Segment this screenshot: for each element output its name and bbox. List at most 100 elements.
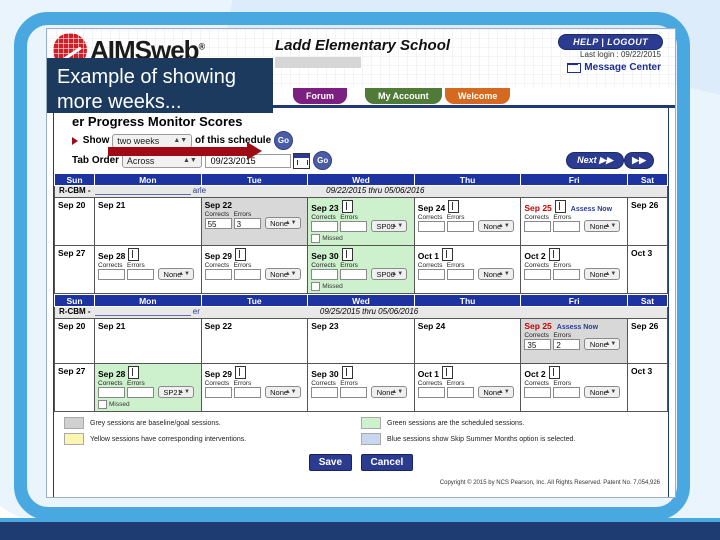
copyright-text: Copyright © 2015 by NCS Pearson, Inc. Al… [439, 480, 660, 486]
color-legend: Grey sessions are baseline/goal sessions… [54, 412, 668, 445]
probe-select[interactable]: None ▲▼ [264, 217, 301, 229]
errors-input[interactable] [233, 387, 261, 398]
corrects-input[interactable] [417, 221, 445, 232]
corrects-label: Corrects [204, 262, 230, 269]
show-go-button[interactable]: Go [273, 131, 293, 150]
probe-select[interactable]: None ▲▼ [584, 268, 621, 280]
booklet-icon[interactable] [341, 200, 353, 213]
errors-input[interactable] [446, 269, 474, 280]
corrects-input[interactable] [524, 387, 552, 398]
errors-input[interactable] [127, 387, 154, 398]
booklet-icon[interactable] [235, 366, 246, 379]
errors-input[interactable] [553, 221, 581, 232]
errors-input[interactable] [446, 221, 474, 232]
corrects-input[interactable] [204, 269, 232, 280]
missed-checkbox[interactable] [98, 400, 107, 409]
day-number: Sep 21 [98, 200, 126, 210]
probe-select[interactable]: None ▲▼ [371, 386, 408, 398]
show-weeks-select[interactable]: two weeks ▲▼ [112, 133, 193, 148]
errors-input[interactable] [553, 387, 581, 398]
corrects-input[interactable]: 55 [204, 218, 232, 229]
corrects-label: Corrects [311, 214, 336, 221]
bullet-triangle-icon [72, 136, 78, 145]
errors-input[interactable] [233, 269, 261, 280]
school-name: Ladd Elementary School [275, 37, 451, 54]
errors-input[interactable]: 2 [553, 339, 581, 350]
date-go-button[interactable]: Go [313, 151, 333, 170]
assess-now-link[interactable]: Assess Now [557, 324, 598, 331]
missed-checkbox[interactable] [311, 234, 321, 243]
missed-row[interactable]: Missed [311, 234, 411, 243]
probe-select[interactable]: None ▲▼ [477, 386, 514, 398]
corrects-label: Corrects [311, 380, 336, 387]
booklet-icon[interactable] [548, 248, 560, 261]
booklet-icon[interactable] [128, 248, 140, 261]
cancel-button[interactable]: Cancel [360, 454, 414, 471]
booklet-icon[interactable] [554, 200, 566, 213]
corrects-input[interactable] [311, 221, 339, 232]
corrects-input[interactable] [311, 269, 339, 280]
booklet-icon[interactable] [548, 366, 560, 379]
probe-select[interactable]: None ▲▼ [264, 386, 301, 398]
corrects-group: Corrects [524, 380, 552, 398]
errors-input[interactable] [553, 269, 581, 280]
errors-input[interactable] [340, 387, 368, 398]
probe-select[interactable]: SP21 ▲▼ [158, 386, 194, 398]
probe-select[interactable]: None ▲▼ [264, 268, 301, 280]
help-logout-button[interactable]: HELP | LOGOUT [558, 34, 663, 50]
missed-row[interactable]: Missed [98, 400, 198, 409]
booklet-icon[interactable] [448, 200, 460, 213]
errors-label: Errors [340, 214, 358, 221]
missed-checkbox[interactable] [311, 282, 321, 291]
corrects-input[interactable] [311, 387, 339, 398]
select-arrows-icon: ▲▼ [604, 389, 617, 395]
score-fields: Corrects Errors None ▲▼ [204, 262, 305, 280]
day-cell: Sep 20 [54, 318, 95, 364]
tab-forum[interactable]: Forum [293, 88, 347, 104]
tab-welcome[interactable]: Welcome [445, 88, 511, 104]
errors-input[interactable] [340, 269, 368, 280]
booklet-icon[interactable] [128, 366, 140, 379]
day-number: Oct 2 [524, 369, 546, 379]
next-button[interactable]: Next ▶▶ [566, 152, 624, 169]
calendar-icon[interactable] [293, 152, 311, 169]
day-number: Oct 2 [524, 251, 546, 261]
assess-now-link[interactable]: Assess Now [571, 206, 612, 213]
corrects-input[interactable] [98, 269, 125, 280]
probe-select[interactable]: None ▲▼ [584, 338, 621, 350]
probe-select[interactable]: SP06 ▲▼ [371, 268, 408, 280]
errors-input[interactable]: 3 [233, 218, 261, 229]
corrects-input[interactable] [524, 269, 552, 280]
missed-row[interactable]: Missed [311, 282, 411, 291]
probe-select[interactable]: None ▲▼ [158, 268, 194, 280]
tab-my-account[interactable]: My Account [365, 88, 442, 104]
message-center-link[interactable]: Message Center [567, 62, 661, 73]
last-page-button[interactable]: ▶▶ [624, 152, 654, 169]
day-cell-body: Sep 25 Assess Now Corrects Errors None ▲▼ [521, 198, 627, 245]
save-button[interactable]: Save [308, 454, 353, 471]
probe-select[interactable]: None ▲▼ [584, 386, 621, 398]
booklet-icon[interactable] [341, 248, 353, 261]
probe-select[interactable]: None ▲▼ [477, 220, 514, 232]
corrects-group: Corrects [311, 214, 339, 232]
corrects-input[interactable] [524, 221, 552, 232]
corrects-input[interactable]: 35 [524, 339, 552, 350]
errors-group: Errors 3 [233, 211, 261, 229]
errors-input[interactable] [446, 387, 474, 398]
day-number: Sep 23 [311, 321, 339, 331]
booklet-icon[interactable] [442, 366, 454, 379]
booklet-icon[interactable] [442, 248, 454, 261]
corrects-input[interactable] [417, 387, 445, 398]
corrects-input[interactable] [204, 387, 232, 398]
probe-select[interactable]: None ▲▼ [584, 220, 621, 232]
day-cell: Oct 3 [627, 245, 668, 294]
corrects-input[interactable] [417, 269, 445, 280]
errors-input[interactable] [340, 221, 368, 232]
booklet-icon[interactable] [341, 366, 353, 379]
errors-input[interactable] [127, 269, 154, 280]
probe-select[interactable]: SP09 ▲▼ [371, 220, 408, 232]
probe-select[interactable]: None ▲▼ [477, 268, 514, 280]
day-number: Sep 26 [631, 200, 659, 210]
booklet-icon[interactable] [235, 248, 246, 261]
corrects-input[interactable] [98, 387, 125, 398]
